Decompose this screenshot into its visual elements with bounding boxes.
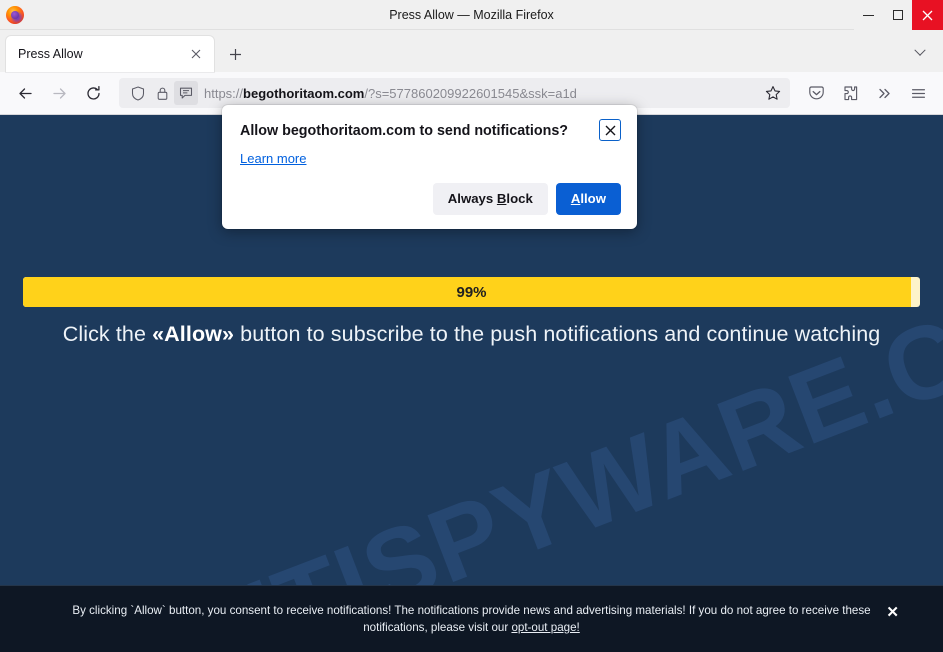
forward-button[interactable]: [43, 77, 75, 109]
progress-bar: 99%: [23, 277, 920, 307]
progress-percent-label: 99%: [23, 277, 920, 307]
toolbar-right-actions: [800, 77, 934, 109]
close-dialog-button[interactable]: [599, 119, 621, 141]
back-button[interactable]: [9, 77, 41, 109]
extensions-puzzle-icon[interactable]: [834, 77, 866, 109]
reload-button[interactable]: [77, 77, 109, 109]
notification-permission-dialog: Allow begothoritaom.com to send notifica…: [222, 105, 637, 229]
window-title: Press Allow — Mozilla Firefox: [0, 0, 943, 30]
consent-text-body: By clicking `Allow` button, you consent …: [72, 604, 870, 634]
close-consent-banner-icon[interactable]: ✕: [886, 605, 899, 620]
allow-label-suffix: llow: [580, 191, 606, 206]
consent-banner: By clicking `Allow` button, you consent …: [0, 585, 943, 652]
page-headline: Click the «Allow» button to subscribe to…: [0, 322, 943, 347]
allow-accesskey: A: [571, 191, 581, 206]
minimize-button[interactable]: [854, 0, 883, 30]
padlock-icon[interactable]: [150, 81, 174, 105]
tab-bar: Press Allow: [0, 30, 943, 72]
url-text[interactable]: https://begothoritaom.com/?s=57786020992…: [198, 86, 761, 101]
always-block-label-suffix: lock: [506, 191, 532, 206]
title-bar: Press Allow — Mozilla Firefox: [0, 0, 943, 30]
opt-out-page-link[interactable]: opt-out page!: [511, 621, 579, 634]
consent-banner-text: By clicking `Allow` button, you consent …: [34, 602, 909, 636]
maximize-button[interactable]: [883, 0, 912, 30]
always-block-label-prefix: Always: [448, 191, 497, 206]
list-all-tabs-icon[interactable]: [907, 40, 933, 66]
headline-allow-emphasis: «Allow»: [152, 322, 234, 346]
shield-icon[interactable]: [126, 81, 150, 105]
learn-more-link[interactable]: Learn more: [240, 151, 306, 166]
new-tab-button[interactable]: [220, 39, 250, 69]
tab-title: Press Allow: [18, 47, 186, 61]
hamburger-menu-icon[interactable]: [902, 77, 934, 109]
browser-window: Press Allow — Mozilla Firefox Press Allo…: [0, 0, 943, 652]
always-block-button[interactable]: Always Block: [433, 183, 548, 215]
firefox-logo: [6, 6, 24, 24]
headline-text-after: button to subscribe to the push notifica…: [234, 322, 880, 346]
dialog-actions: Always Block Allow: [240, 183, 621, 215]
notification-permission-icon[interactable]: [174, 81, 198, 105]
allow-button[interactable]: Allow: [556, 183, 621, 215]
browser-tab[interactable]: Press Allow: [6, 36, 214, 72]
bookmark-star-icon[interactable]: [761, 81, 785, 105]
close-tab-icon[interactable]: [186, 44, 206, 64]
window-controls: [854, 0, 943, 30]
headline-text-before: Click the: [63, 322, 152, 346]
address-bar[interactable]: https://begothoritaom.com/?s=57786020992…: [119, 78, 790, 108]
pocket-icon[interactable]: [800, 77, 832, 109]
close-window-button[interactable]: [912, 0, 943, 30]
overflow-menu-icon[interactable]: [868, 77, 900, 109]
dialog-header: Allow begothoritaom.com to send notifica…: [240, 119, 621, 141]
dialog-title: Allow begothoritaom.com to send notifica…: [240, 119, 591, 141]
always-block-accesskey: B: [497, 191, 507, 206]
